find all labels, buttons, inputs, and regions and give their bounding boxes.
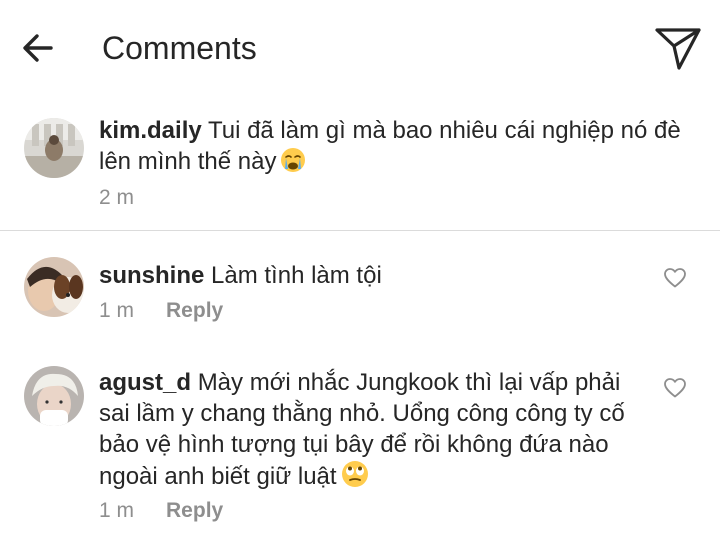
comment-meta: 2 m: [99, 185, 134, 211]
comment-text: Làm tình làm tội: [211, 262, 382, 289]
share-button[interactable]: [652, 22, 704, 74]
top-bar: Comments: [0, 0, 720, 95]
heart-outline-icon: [664, 268, 686, 288]
comment-time: 2 m: [99, 186, 135, 209]
crying-face-emoji: [281, 148, 306, 172]
comment-time: 1 m: [99, 299, 135, 322]
avatar[interactable]: [24, 366, 84, 426]
comment-body: kim.daily Tui đã làm gì mà bao nhiêu cái…: [99, 115, 710, 177]
eye-roll-emoji: [341, 461, 368, 487]
comment-body: agust_d Mày mới nhắc Jungkook thì lại vấ…: [99, 367, 639, 492]
back-button[interactable]: [20, 28, 60, 68]
comment-username[interactable]: agust_d: [99, 369, 191, 396]
comment-username[interactable]: kim.daily: [99, 117, 202, 144]
like-button[interactable]: [663, 266, 687, 290]
comment-item: agust_d Mày mới nhắc Jungkook thì lại vấ…: [0, 348, 720, 538]
arrow-left-icon: [23, 34, 53, 62]
avatar[interactable]: [24, 118, 84, 178]
reply-button[interactable]: Reply: [166, 498, 223, 524]
like-button[interactable]: [663, 376, 687, 400]
comment-username[interactable]: sunshine: [99, 262, 204, 289]
comment-item: sunshine Làm tình làm tội 1 m Reply: [0, 240, 720, 340]
caption-comment: kim.daily Tui đã làm gì mà bao nhiêu cái…: [0, 95, 720, 231]
comment-meta: 1 m Reply: [99, 298, 223, 324]
comment-time: 1 m: [99, 499, 135, 522]
page-title: Comments: [102, 30, 257, 66]
reply-button[interactable]: Reply: [166, 298, 223, 324]
paper-plane-icon: [655, 28, 701, 70]
avatar[interactable]: [24, 257, 84, 317]
heart-outline-icon: [664, 378, 686, 398]
comment-meta: 1 m Reply: [99, 498, 223, 524]
comment-body: sunshine Làm tình làm tội: [99, 260, 710, 291]
